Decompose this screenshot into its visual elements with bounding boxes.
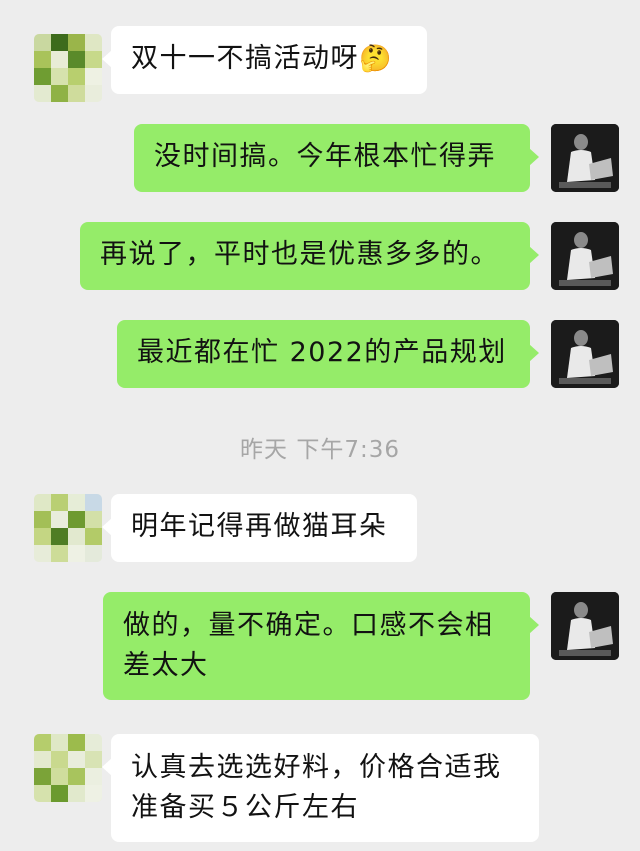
photo-avatar-icon (551, 592, 619, 660)
photo-avatar-icon (551, 320, 619, 388)
self-avatar[interactable] (551, 124, 619, 192)
contact-avatar[interactable] (34, 34, 102, 102)
message-bubble-outgoing[interactable]: 再说了，平时也是优惠多多的。 (80, 222, 539, 290)
photo-avatar-icon (551, 124, 619, 192)
contact-avatar[interactable] (34, 734, 102, 802)
message-text: 明年记得再做猫耳朵 (131, 511, 388, 542)
message-bubble-outgoing[interactable]: 没时间搞。今年根本忙得弄 (134, 124, 539, 192)
message-text: 最近都在忙 2022的产品规划 (137, 337, 507, 368)
message-bubble-incoming[interactable]: 双十一不搞活动呀🤔 (102, 26, 427, 94)
message-bubble-outgoing[interactable]: 最近都在忙 2022的产品规划 (117, 320, 539, 388)
self-avatar[interactable] (551, 592, 619, 660)
message-text: 再说了，平时也是优惠多多的。 (100, 239, 499, 270)
self-avatar[interactable] (551, 320, 619, 388)
message-text: 认真去选选好料，价格合适我准备买５公斤左右 (131, 752, 502, 823)
message-bubble-incoming[interactable]: 认真去选选好料，价格合适我准备买５公斤左右 (102, 734, 539, 842)
message-text: 做的，量不确定。口感不会相差太大 (123, 610, 494, 681)
message-bubble-incoming[interactable]: 明年记得再做猫耳朵 (102, 494, 417, 562)
thinking-emoji-icon: 🤔 (359, 44, 393, 74)
self-avatar[interactable] (551, 222, 619, 290)
chat-timestamp: 昨天 下午7:36 (240, 437, 400, 463)
message-text: 双十一不搞活动呀 (131, 43, 359, 74)
photo-avatar-icon (551, 222, 619, 290)
message-bubble-outgoing[interactable]: 做的，量不确定。口感不会相差太大 (103, 592, 539, 700)
contact-avatar[interactable] (34, 494, 102, 562)
message-text: 没时间搞。今年根本忙得弄 (154, 141, 496, 172)
